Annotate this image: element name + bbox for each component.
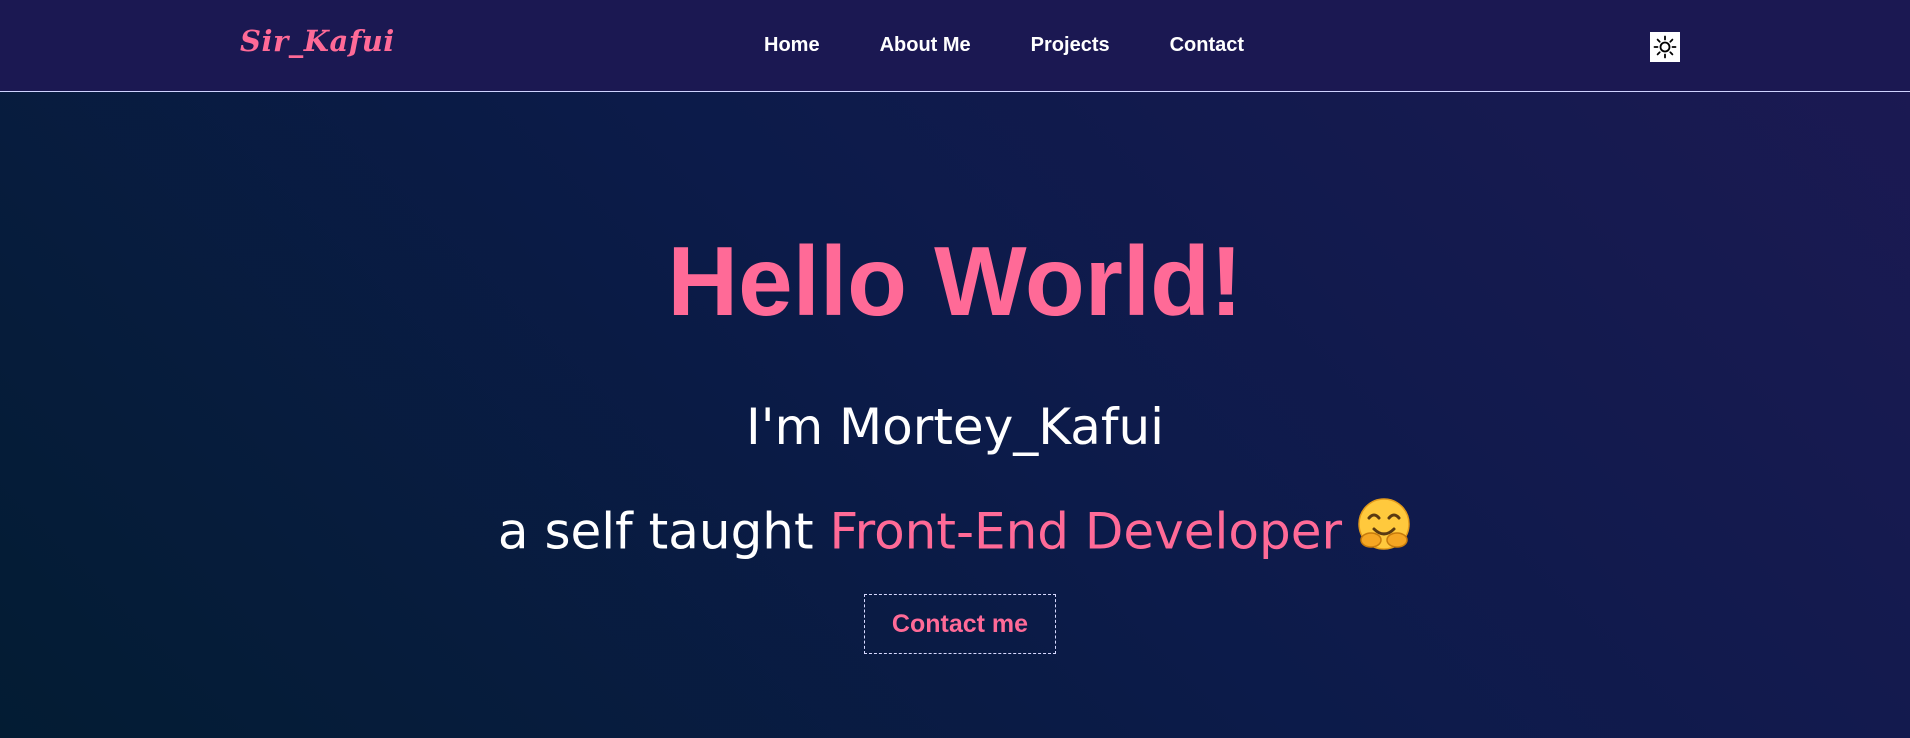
tagline-prefix: a self taught: [497, 502, 830, 561]
main-nav: Home About Me Projects Contact: [764, 34, 1244, 57]
nav-home-link[interactable]: Home: [764, 34, 820, 57]
navbar: Sir_Kafui Home About Me Projects Contact: [0, 0, 1910, 92]
hero-title: Hello World!: [667, 226, 1243, 336]
nav-about-link[interactable]: About Me: [880, 34, 971, 57]
tagline-role: Front-End Developer: [829, 502, 1343, 561]
theme-toggle-button[interactable]: [1650, 32, 1680, 62]
hero-name: I'm Mortey_Kafui: [745, 398, 1165, 456]
hugging-face-emoji-icon: [1356, 497, 1412, 565]
hero-tagline: a self taught Front-End Developer: [0, 498, 1910, 569]
nav-contact-link[interactable]: Contact: [1170, 34, 1244, 57]
site-logo[interactable]: Sir_Kafui: [240, 24, 395, 58]
nav-projects-link[interactable]: Projects: [1031, 34, 1110, 57]
contact-me-button[interactable]: Contact me: [864, 594, 1056, 654]
sun-icon: [1653, 35, 1677, 59]
